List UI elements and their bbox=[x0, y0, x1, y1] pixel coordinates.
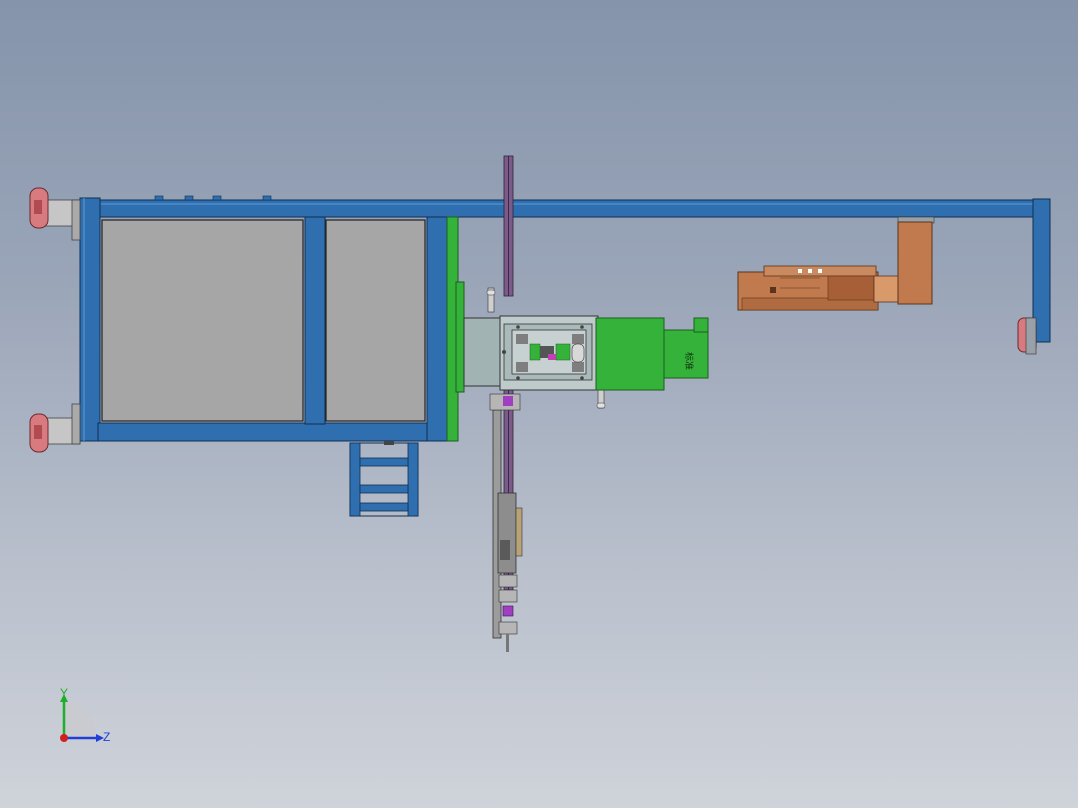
x-axis-dot bbox=[60, 734, 68, 742]
side-panel-left[interactable] bbox=[101, 219, 304, 422]
graphics-viewport[interactable]: 标准 Y Z bbox=[0, 0, 1078, 808]
mount-plate[interactable] bbox=[446, 216, 465, 442]
caster-bottom[interactable] bbox=[29, 403, 81, 453]
caster-top[interactable] bbox=[29, 187, 81, 241]
triad-graphic bbox=[60, 694, 104, 742]
z-axis-label: Z bbox=[103, 730, 111, 744]
ladder[interactable] bbox=[349, 441, 419, 517]
cad-model[interactable]: 标准 bbox=[0, 0, 1078, 808]
copper-cable-assembly[interactable] bbox=[737, 221, 933, 311]
motor-label: 标准 bbox=[684, 352, 695, 370]
side-panel-right[interactable] bbox=[325, 219, 426, 422]
central-housing[interactable] bbox=[463, 287, 606, 409]
green-motor[interactable]: 标准 bbox=[595, 317, 709, 391]
y-axis-label: Y bbox=[60, 686, 69, 700]
caster-right[interactable] bbox=[1017, 317, 1037, 355]
view-orientation-triad[interactable]: Y Z bbox=[40, 686, 120, 756]
